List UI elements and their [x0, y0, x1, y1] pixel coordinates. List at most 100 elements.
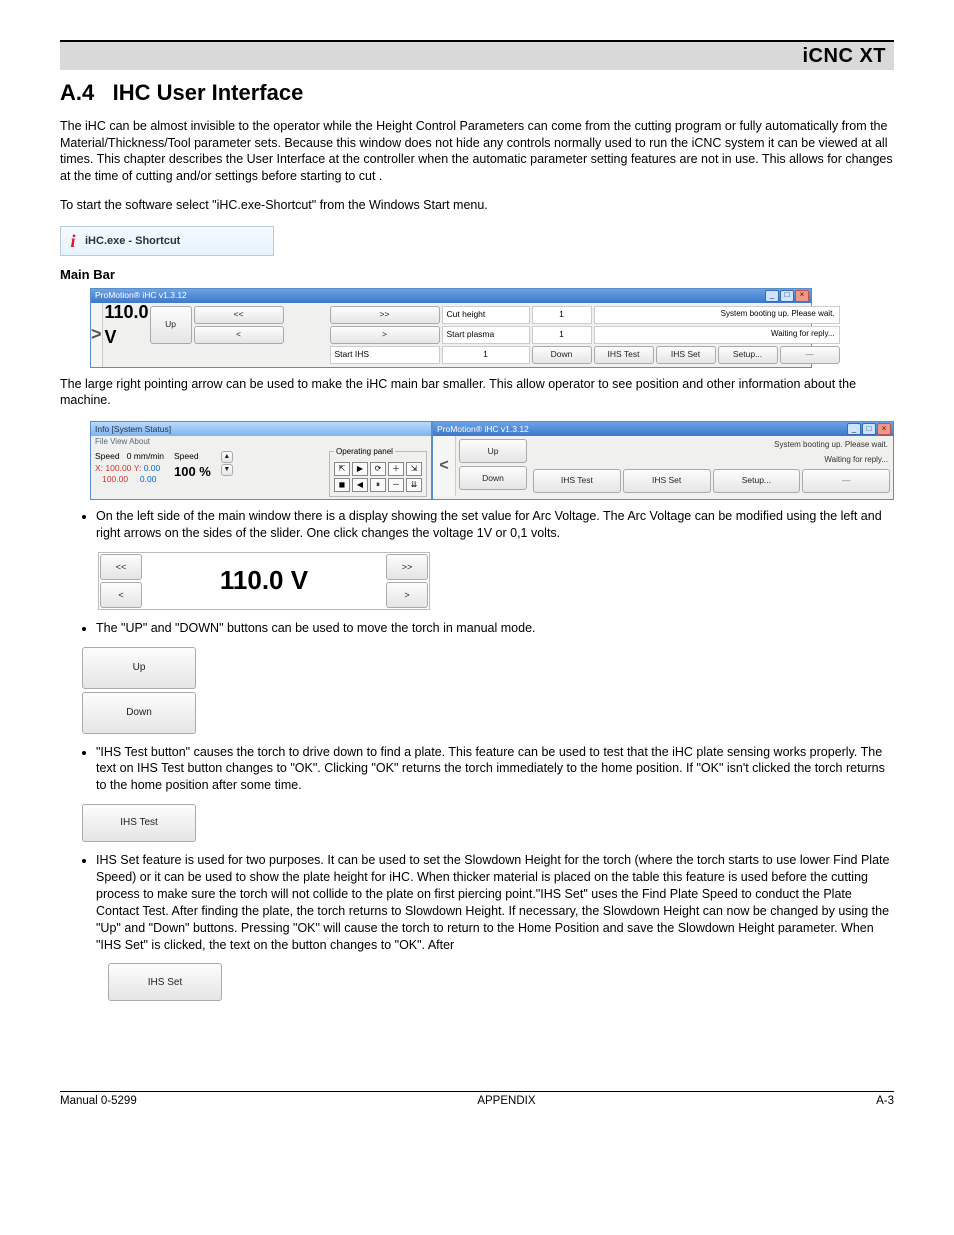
compact-row: Info [System Status] File View About Spe…	[90, 421, 894, 500]
setup-button[interactable]: Setup...	[718, 346, 778, 364]
volt-inc-fast-button[interactable]: >>	[330, 306, 440, 324]
fig-ihs-set-button[interactable]: IHS Set	[108, 963, 222, 1001]
op-btn-1[interactable]: ⇱	[334, 462, 350, 476]
compact-status-2: Waiting for reply...	[533, 454, 890, 467]
op-btn-9[interactable]: －	[388, 478, 404, 492]
window-buttons: _ □ ×	[765, 290, 809, 302]
op-btn-5[interactable]: ⇲	[406, 462, 422, 476]
compact-setup-button[interactable]: Setup...	[713, 469, 801, 493]
start-ihs-label: Start IHS	[330, 346, 440, 364]
page-header: iCNC XT	[60, 40, 894, 70]
y1-value: 0.00	[144, 463, 161, 473]
compact-ihs-test-button[interactable]: IHS Test	[533, 469, 621, 493]
compact-titlebar: ProMotion® iHC v1.3.12 _ □ ×	[433, 422, 893, 436]
speed-label: Speed	[95, 451, 120, 461]
speed2-label: Speed	[174, 451, 211, 462]
shortcut-tile[interactable]: i iHC.exe - Shortcut	[60, 226, 274, 256]
speed-spinner[interactable]: ▲ ▼	[221, 451, 233, 476]
expand-left-arrow[interactable]: <	[433, 436, 456, 496]
mainbar-titlebar: ProMotion® iHC v1.3.12 _ □ ×	[91, 289, 811, 303]
minimize-icon[interactable]: _	[765, 290, 779, 302]
op-btn-2[interactable]: ▶	[352, 462, 368, 476]
cut-height-label: Cut height	[442, 306, 530, 324]
spin-up-icon[interactable]: ▲	[221, 451, 233, 463]
fig-volt-inc[interactable]: >	[386, 582, 428, 608]
down-button[interactable]: Down	[532, 346, 592, 364]
operating-panel: Operating panel ⇱ ▶ ⟳ ＋ ⇲ ◼ ◀ ⏸ － ⇊	[329, 451, 427, 497]
compact-title: ProMotion® iHC v1.3.12	[437, 424, 529, 435]
volt-dec-fast-button[interactable]: <<	[194, 306, 284, 324]
speed-percent-block: Speed 100 %	[174, 451, 211, 480]
fig-volt-inc-fast[interactable]: >>	[386, 554, 428, 580]
x-label: X:	[95, 463, 103, 473]
voltage-display: 110.0 V	[106, 306, 148, 344]
updown-figure: Up Down	[82, 647, 196, 734]
speed-value: 0 mm/min	[127, 451, 164, 461]
ihs-set-button[interactable]: IHS Set	[656, 346, 716, 364]
collapse-button[interactable]: —	[780, 346, 840, 364]
start-plasma-label: Start plasma	[442, 326, 530, 344]
minimize-icon[interactable]: _	[847, 423, 861, 435]
ihc-i-icon: i	[61, 229, 85, 253]
compact-status-1: System booting up. Please wait.	[533, 439, 890, 452]
compact-mainbar-window: ProMotion® iHC v1.3.12 _ □ × < Up Down S…	[432, 421, 894, 500]
section-number: A.4	[60, 80, 94, 105]
para-arrow-desc: The large right pointing arrow can be us…	[60, 376, 894, 410]
ihs-test-button[interactable]: IHS Test	[594, 346, 654, 364]
op-btn-8[interactable]: ⏸	[370, 478, 386, 492]
shortcut-label: iHC.exe - Shortcut	[85, 234, 180, 249]
speed-percent: 100 %	[174, 463, 211, 481]
brand-text: iCNC XT	[803, 43, 887, 70]
op-btn-10[interactable]: ⇊	[406, 478, 422, 492]
y2-value: 0.00	[140, 474, 157, 484]
section-title: A.4 IHC User Interface	[60, 78, 894, 108]
brand-band: iCNC XT	[60, 40, 894, 70]
op-btn-4[interactable]: ＋	[388, 462, 404, 476]
fig-volt-dec[interactable]: <	[100, 582, 142, 608]
expand-right-arrow[interactable]: >	[91, 303, 103, 367]
fig-up-button[interactable]: Up	[82, 647, 196, 689]
maximize-icon[interactable]: □	[862, 423, 876, 435]
op-btn-3[interactable]: ⟳	[370, 462, 386, 476]
footer-center: APPENDIX	[477, 1094, 535, 1110]
maximize-icon[interactable]: □	[780, 290, 794, 302]
info-titlebar: Info [System Status]	[91, 422, 431, 436]
spin-down-icon[interactable]: ▼	[221, 464, 233, 476]
bullet-ihs-test: "IHS Test button" causes the torch to dr…	[96, 744, 894, 795]
bullet-ihs-set: IHS Set feature is used for two purposes…	[96, 852, 894, 953]
footer-right: A-3	[876, 1094, 894, 1110]
mainbar-subhead: Main Bar	[60, 266, 894, 284]
fig-volt-dec-fast[interactable]: <<	[100, 554, 142, 580]
up-button[interactable]: Up	[150, 306, 192, 344]
fig-ihs-test-button[interactable]: IHS Test	[82, 804, 196, 842]
info-window: Info [System Status] File View About Spe…	[90, 421, 432, 500]
volt-inc-button[interactable]: >	[330, 326, 440, 344]
voltage-figure: << < 110.0 V >> >	[98, 552, 430, 610]
close-icon[interactable]: ×	[795, 290, 809, 302]
fig-voltage-value: 110.0 V	[143, 553, 385, 609]
y-label: Y:	[134, 463, 142, 473]
section-name: IHC User Interface	[113, 80, 304, 105]
info-title: Info [System Status]	[95, 424, 171, 435]
start-plasma-value: 1	[532, 326, 592, 344]
status-waiting: Waiting for reply...	[594, 326, 840, 344]
op-btn-6[interactable]: ◼	[334, 478, 350, 492]
compact-down-button[interactable]: Down	[459, 466, 527, 490]
mainbar-window: ProMotion® iHC v1.3.12 _ □ × > << 110.0 …	[90, 288, 812, 368]
cut-height-value: 1	[532, 306, 592, 324]
x2-value: 100.00	[102, 474, 128, 484]
status-booting: System booting up. Please wait.	[594, 306, 840, 324]
op-btn-7[interactable]: ◀	[352, 478, 368, 492]
volt-dec-button[interactable]: <	[194, 326, 284, 344]
fig-down-button[interactable]: Down	[82, 692, 196, 734]
op-panel-label: Operating panel	[334, 447, 395, 456]
ihs-test-figure: IHS Test	[82, 804, 196, 842]
speed-block: Speed 0 mm/min X: 100.00 Y: 0.00 100.00 …	[95, 451, 164, 485]
bullet-up-down: The "UP" and "DOWN" buttons can be used …	[96, 620, 894, 637]
compact-ihs-set-button[interactable]: IHS Set	[623, 469, 711, 493]
compact-collapse-button[interactable]: —	[802, 469, 890, 493]
close-icon[interactable]: ×	[877, 423, 891, 435]
intro-paragraph-1: The iHC can be almost invisible to the o…	[60, 118, 894, 186]
start-ihs-value: 1	[442, 346, 530, 364]
compact-up-button[interactable]: Up	[459, 439, 527, 463]
